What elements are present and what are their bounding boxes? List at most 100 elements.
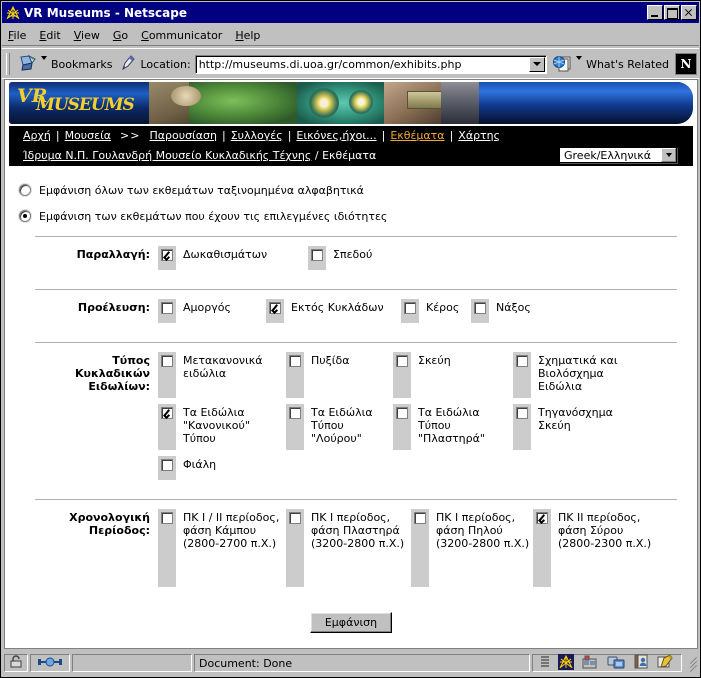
checkbox-eidolia-typou-plastira[interactable]	[396, 407, 408, 419]
checkbox-spedou[interactable]	[311, 249, 323, 261]
nav-link-sylloges[interactable]: Συλλογές	[231, 129, 283, 142]
radio-row-all[interactable]: Εμφάνιση όλων των εκθεμάτων ταξινομημένα…	[19, 180, 697, 200]
newsgroup-icon[interactable]	[607, 655, 625, 672]
checkbox-cell[interactable]: Σπεδού	[308, 246, 458, 270]
checkbox-cell[interactable]: Τα Ειδώλια Τύπου "Πλαστηρά"	[393, 404, 513, 450]
breadcrumb-museum-link[interactable]: Ίδρυμα Ν.Π. Γουλανδρή Μουσείο Κυκλαδικής…	[23, 149, 311, 162]
minimize-button[interactable]	[647, 5, 663, 20]
checkbox-cell[interactable]: Σκεύη	[393, 352, 513, 398]
resize-grip[interactable]	[686, 656, 698, 673]
checkbox-cell[interactable]: Φιάλη	[158, 456, 286, 480]
checkbox-cell[interactable]: Κέρος	[401, 299, 471, 323]
checkbox-cell[interactable]: ΠΚ I περίοδος, φάση Πλαστηρά (3200-2800 …	[286, 509, 411, 587]
site-banner: VR MUSEUMS	[5, 80, 697, 126]
checkbox-naxos[interactable]	[474, 302, 486, 314]
group-typos-eidolion-label: Τύπος Κυκλαδικών Ειδωλίων:	[75, 354, 150, 393]
lock-icon	[9, 655, 23, 671]
checkbox-cell[interactable]: Τηγανόσχημα Σκεύη	[513, 404, 648, 450]
checkbox-cell[interactable]: ΠΚ I / II περίοδος, φάση Κάμπου (2800-27…	[158, 509, 286, 587]
checkbox-fiali[interactable]	[161, 459, 173, 471]
menu-item-edit[interactable]: Edit	[39, 29, 60, 42]
maximize-button[interactable]	[664, 5, 680, 20]
checkbox-cell[interactable]: Νάξος	[471, 299, 541, 323]
page-canvas: VR MUSEUMS Αρχή | Μουσεία >> Παρουσίαση …	[4, 79, 698, 649]
radio-row-selected[interactable]: Εμφάνιση των εκθεμάτων που έχουν τις επι…	[19, 206, 697, 226]
checkbox-eidolia-kanonikou-typou-label: Τα Ειδώλια "Κανονικού" Τύπου	[183, 406, 250, 445]
menu-item-communicator[interactable]: Communicator	[141, 29, 222, 42]
checkbox-eidolia-typou-plastira-label: Τα Ειδώλια Τύπου "Πλαστηρά"	[418, 406, 485, 445]
browser-window: VR Museums - Netscape FFileile Edit View…	[0, 0, 701, 678]
radio-show-selected-label: Εμφάνιση των εκθεμάτων που έχουν τις επι…	[39, 209, 388, 223]
checkbox-cell[interactable]: Σχηματικά και Βιολόσχημα Ειδώλια	[513, 352, 648, 398]
nav-link-eikones-ixoi[interactable]: Εικόνες,ήχοι...	[296, 129, 376, 142]
checkbox-eidolia-kanonikou-typou[interactable]	[161, 407, 173, 419]
checkbox-cell[interactable]: Πυξίδα	[286, 352, 393, 398]
checkbox-cell[interactable]: Μετακανονικά ειδώλια	[158, 352, 286, 398]
checkbox-amorgos[interactable]	[161, 302, 173, 314]
chevron-down-icon[interactable]	[661, 148, 676, 162]
addressbook-icon[interactable]	[633, 654, 649, 672]
location-label: Location:	[140, 57, 191, 71]
checkbox-sximatika-violosxima[interactable]	[516, 355, 528, 367]
security-lock-indicator[interactable]	[4, 654, 28, 672]
sidebar-icon[interactable]	[540, 655, 550, 672]
checkbox-cell[interactable]: ΠΚ I περίοδος, φάση Πηλού (3200-2800 π.Χ…	[411, 509, 533, 587]
exhibits-filter-form: Εμφάνιση όλων των εκθεμάτων ταξινομημένα…	[5, 166, 697, 633]
checkbox-pk-2-syrou[interactable]	[536, 512, 548, 524]
whats-related-button[interactable]: What's Related	[549, 52, 673, 76]
progress-bar	[72, 654, 192, 672]
submit-button[interactable]: Εμφάνιση	[309, 612, 393, 633]
netscape-logo-button[interactable]: N	[675, 53, 697, 75]
nav-link-xartis[interactable]: Χάρτης	[458, 129, 500, 142]
nav-link-mouseia[interactable]: Μουσεία	[65, 129, 111, 142]
site-logo[interactable]: VR MUSEUMS	[9, 82, 149, 124]
toolbar-grip[interactable]	[4, 52, 11, 76]
composer-icon[interactable]	[657, 654, 674, 672]
globe-pages-icon	[553, 54, 573, 75]
checkbox-pk-1-pilou[interactable]	[414, 512, 426, 524]
url-bar[interactable]: http://museums.di.uoa.gr/common/exhibits…	[194, 54, 548, 74]
network-status-indicator[interactable]	[30, 654, 70, 672]
checkbox-cell[interactable]: Τα Ειδώλια Τύπου "Λούρου"	[286, 404, 393, 450]
checkbox-skevi[interactable]	[396, 355, 408, 367]
checkbox-dokathismaton[interactable]	[161, 249, 173, 261]
netscape-n-icon: N	[680, 57, 692, 71]
title-bar: VR Museums - Netscape	[2, 2, 699, 23]
language-select[interactable]: Greek/Ελληνικά	[559, 147, 677, 163]
status-bar: Document: Done	[4, 652, 698, 674]
checkbox-pk-1-plastira[interactable]	[289, 512, 301, 524]
whats-related-caret-icon	[576, 56, 583, 60]
bookmarks-button[interactable]: Bookmarks	[14, 52, 116, 76]
checkbox-cell[interactable]: Δωκαθισμάτων	[158, 246, 308, 270]
menu-item-view[interactable]: View	[74, 29, 100, 42]
menu-item-file[interactable]: FFileile	[8, 29, 26, 42]
close-button[interactable]	[681, 5, 697, 20]
logo-museums-text: MUSEUMS	[36, 95, 135, 115]
checkbox-ektos-kykladon[interactable]	[269, 302, 281, 314]
checkbox-cell[interactable]: Εκτός Κυκλάδων	[266, 299, 401, 323]
checkbox-keros[interactable]	[404, 302, 416, 314]
menu-item-go[interactable]: Go	[113, 29, 128, 42]
checkbox-tiganosxima-skevi[interactable]	[516, 407, 528, 419]
radio-show-all[interactable]	[19, 184, 31, 196]
menu-item-help[interactable]: Help	[235, 29, 260, 42]
component-bar	[532, 653, 682, 673]
radio-show-selected[interactable]	[19, 210, 31, 222]
checkbox-eidolia-typou-lourou[interactable]	[289, 407, 301, 419]
nav-link-ekthemata[interactable]: Εκθέματα	[390, 129, 444, 142]
checkbox-pk-1-2-kampou[interactable]	[161, 512, 173, 524]
checkbox-pyxida-label: Πυξίδα	[311, 354, 350, 367]
nav-link-parousiasi[interactable]: Παρουσίαση	[149, 129, 217, 142]
navigator-icon[interactable]	[558, 653, 575, 673]
mailbox-icon[interactable]	[582, 655, 598, 672]
url-dropdown-button[interactable]	[529, 56, 546, 72]
checkbox-metakanonika-eidolia[interactable]	[161, 355, 173, 367]
checkbox-cell[interactable]: ΠΚ II περίοδος, φάση Σύρου (2800-2300 π.…	[533, 509, 658, 587]
checkbox-pyxida[interactable]	[289, 355, 301, 367]
breadcrumb-current: Εκθέματα	[322, 148, 377, 162]
nav-link-arxi[interactable]: Αρχή	[23, 129, 51, 142]
checkbox-cell[interactable]: Τα Ειδώλια "Κανονικού" Τύπου	[158, 404, 286, 450]
nav-separator: |	[449, 128, 454, 142]
checkbox-cell[interactable]: Αμοργός	[158, 299, 266, 323]
url-input[interactable]: http://museums.di.uoa.gr/common/exhibits…	[196, 58, 529, 71]
